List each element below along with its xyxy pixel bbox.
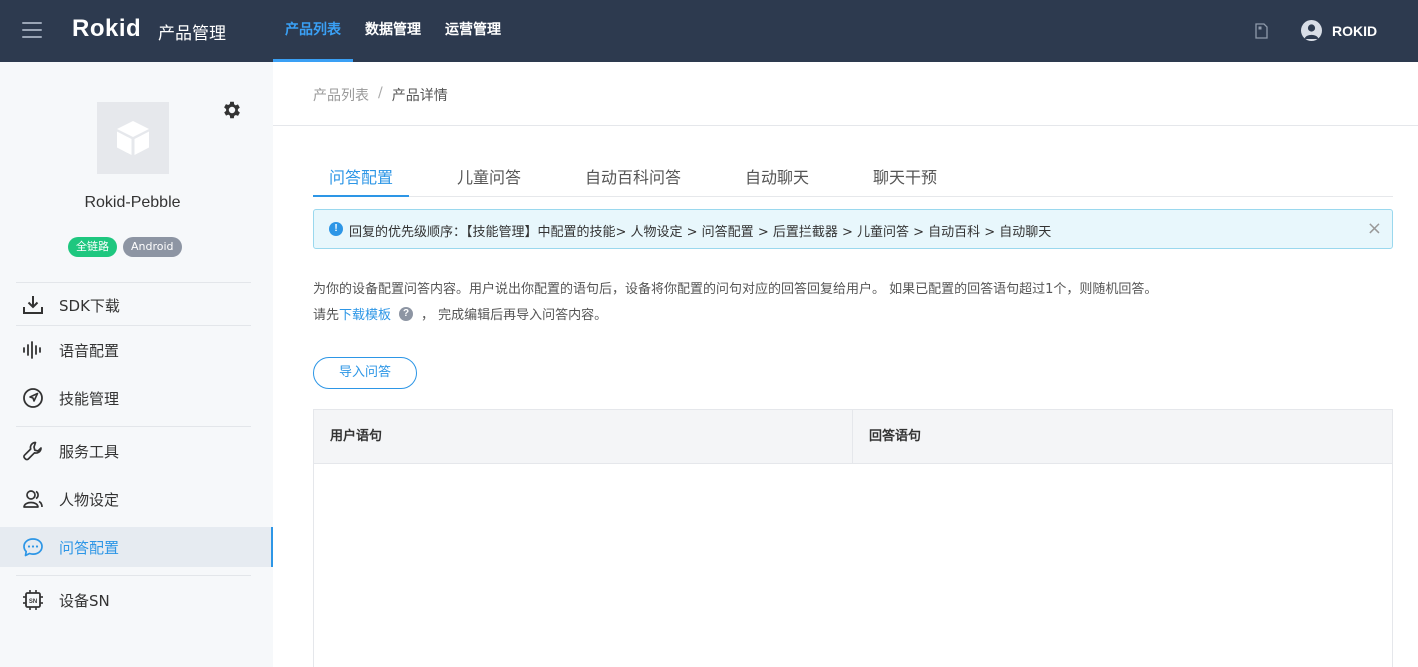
top-bar: Rokid 产品管理 产品列表 数据管理 运营管理 ROKID (0, 0, 1418, 62)
active-tab-indicator (313, 195, 409, 197)
tab-qa-config[interactable]: 问答配置 (329, 164, 393, 188)
hamburger-menu-icon[interactable] (22, 22, 42, 38)
priority-alert: ! 回复的优先级顺序：【技能管理】中配置的技能> 人物设定 > 问答配置 > 后… (313, 209, 1393, 249)
waveform-icon (22, 339, 44, 361)
sidebar-item-qa-config[interactable]: 问答配置 (0, 527, 273, 567)
avatar-icon (1301, 20, 1322, 41)
description-line2: 请先 下载模板 ? ， 完成编辑后再导入问答内容。 (313, 304, 607, 323)
top-nav-data-management[interactable]: 数据管理 (353, 0, 433, 62)
sidebar-item-device-sn[interactable]: SN 设备SN (0, 580, 273, 620)
menu-divider (16, 325, 251, 326)
breadcrumb: 产品列表 / 产品详情 (313, 85, 448, 105)
tab-chat-intervention[interactable]: 聊天干预 (873, 164, 937, 188)
menu-divider (16, 282, 251, 283)
sidebar-item-label: 人物设定 (59, 490, 120, 509)
svg-text:SN: SN (29, 599, 37, 605)
alert-text: 回复的优先级顺序：【技能管理】中配置的技能> 人物设定 > 问答配置 > 后置拦… (349, 225, 1052, 240)
column-header-answer: 回答语句 (869, 429, 922, 444)
sidebar-item-label: 设备SN (59, 591, 110, 610)
table-header: 用户语句 回答语句 (314, 410, 1392, 464)
tab-kids-qa[interactable]: 儿童问答 (457, 164, 521, 188)
user-menu[interactable]: ROKID (1301, 20, 1377, 41)
top-nav-product-list[interactable]: 产品列表 (273, 0, 353, 62)
top-nav: 产品列表 数据管理 运营管理 (273, 0, 513, 62)
sidebar-menu: SDK下载 语音配置 技能管理 服务工具 人物设定 问答配置 SN 设备SN (0, 282, 273, 620)
help-icon[interactable]: ? (399, 306, 414, 321)
qa-table: 用户语句 回答语句 (313, 409, 1393, 667)
description-line1: 为你的设备配置问答内容。用户说出你配置的语句后，设备将你配置的问句对应的回答回复… (313, 282, 1158, 297)
chip-icon: SN (22, 589, 44, 611)
sidebar-item-label: 技能管理 (59, 389, 120, 408)
chat-icon (22, 536, 44, 558)
tab-auto-encyclopedia-qa[interactable]: 自动百科问答 (585, 164, 681, 188)
import-qa-button[interactable]: 导入问答 (313, 357, 417, 389)
people-icon (22, 488, 44, 510)
box-icon (117, 121, 149, 155)
sidebar: Rokid-Pebble 全链路 Android SDK下载 语音配置 技能管理 (0, 62, 273, 667)
sidebar-item-label: 语音配置 (59, 341, 120, 360)
header-divider (273, 125, 1418, 126)
document-icon[interactable] (1255, 23, 1268, 39)
breadcrumb-current: 产品详情 (391, 88, 448, 104)
breadcrumb-parent[interactable]: 产品列表 (313, 85, 369, 105)
rokid-logo[interactable]: Rokid (72, 15, 141, 43)
sidebar-item-service-tools[interactable]: 服务工具 (0, 431, 273, 471)
sidebar-item-persona-settings[interactable]: 人物设定 (0, 479, 273, 519)
user-name: ROKID (1332, 22, 1378, 39)
download-icon (22, 294, 44, 316)
sidebar-item-voice-config[interactable]: 语音配置 (0, 330, 273, 370)
sidebar-item-label: 服务工具 (59, 442, 120, 461)
download-template-link[interactable]: 下载模板 (339, 304, 391, 323)
compass-icon (22, 387, 44, 409)
tabs: 问答配置 儿童问答 自动百科问答 自动聊天 聊天干预 (313, 150, 1393, 197)
tab-auto-chat[interactable]: 自动聊天 (745, 164, 809, 188)
product-tags: 全链路 Android (68, 237, 182, 257)
app-title: 产品管理 (158, 24, 226, 44)
close-icon[interactable]: × (1367, 218, 1382, 240)
breadcrumb-separator: / (378, 85, 383, 101)
sidebar-item-sdk-download[interactable]: SDK下载 (0, 285, 273, 325)
product-name: Rokid-Pebble (84, 194, 181, 211)
description-prefix: 请先 (313, 308, 340, 323)
info-icon: ! (329, 222, 343, 236)
column-header-user-utterance: 用户语句 (314, 410, 853, 464)
menu-divider (16, 426, 251, 427)
top-nav-operations-management[interactable]: 运营管理 (433, 0, 513, 62)
description-suffix: ， 完成编辑后再导入问答内容。 (421, 308, 608, 323)
tag-full-link: 全链路 (68, 237, 117, 257)
product-thumbnail (97, 102, 169, 174)
menu-divider (16, 575, 251, 576)
tag-android: Android (123, 237, 182, 257)
sidebar-item-label: SDK下载 (59, 296, 120, 315)
wrench-icon (22, 440, 44, 462)
gear-icon[interactable] (221, 99, 243, 121)
sidebar-item-skill-management[interactable]: 技能管理 (0, 378, 273, 418)
sidebar-item-label: 问答配置 (59, 538, 120, 557)
